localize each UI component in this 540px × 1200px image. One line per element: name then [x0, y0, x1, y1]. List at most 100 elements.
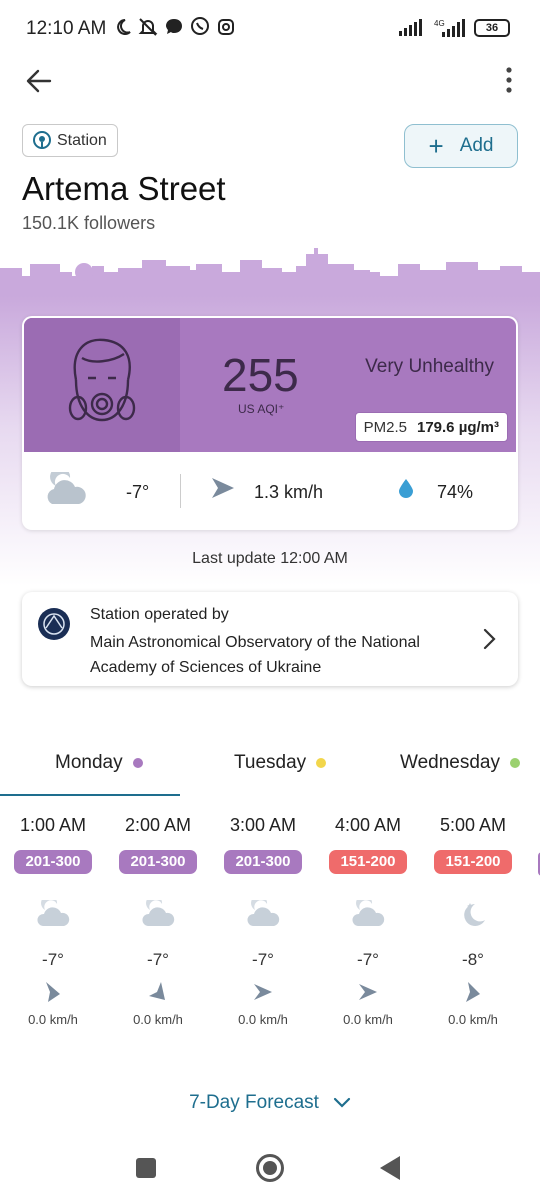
wind-direction-icon [254, 984, 272, 1000]
cloudy-night-icon [37, 900, 70, 926]
hour-time: 2:00 AM [124, 815, 192, 835]
hour-time: 1:00 AM [19, 815, 87, 835]
hour-item[interactable]: 4:00 AM 151-200 -7° 0.0 km/h [318, 810, 418, 1027]
aqi-range-badge: 201-300 [119, 850, 197, 874]
hour-temp: -7° [252, 950, 274, 969]
last-update-text: Last update 12:00 AM [192, 550, 348, 567]
hour-wind-icon [213, 980, 313, 1006]
system-navigation-bar [0, 1140, 540, 1200]
pollutant-name: PM2.5 [363, 418, 407, 436]
hour-wind: 0.0 km/h [28, 1012, 78, 1027]
recents-button[interactable] [136, 1158, 156, 1178]
hour-wind: 0.0 km/h [343, 1012, 393, 1027]
hour-item[interactable]: 1:00 AM 201-300 -7° 0.0 km/h [3, 810, 103, 1027]
add-button-label: Add [459, 135, 494, 156]
hour-weather [3, 894, 103, 934]
hourly-forecast: 1:00 AM 201-300 -7° 0.0 km/h 2:00 AM 201… [0, 810, 540, 1060]
notification-icons [112, 16, 236, 38]
tab-monday[interactable]: Monday [55, 752, 143, 774]
hour-time: 5:00 AM [439, 815, 507, 835]
aqi-range-badge: 151-200 [434, 850, 512, 874]
weather-row: -7° 1.3 km/h 74% [22, 452, 518, 530]
tab-tuesday[interactable]: Tuesday [234, 752, 327, 774]
divider [180, 474, 181, 508]
signal-icon [399, 19, 422, 36]
system-indicators: 4G 36 [398, 18, 510, 38]
operator-label: Station operated by [90, 606, 229, 623]
more-vertical-icon[interactable] [502, 64, 516, 98]
wind-direction-icon [212, 478, 234, 498]
station-type-chip: Station [22, 124, 118, 157]
station-chip-label: Station [57, 131, 107, 149]
wind-direction-icon [359, 984, 377, 1000]
active-tab-indicator [0, 794, 180, 796]
hour-item[interactable]: 5:00 AM 151-200 -8° 0.0 km/h [423, 810, 523, 1027]
moon-icon [464, 903, 485, 926]
status-bar: 12:10 AM 4G 36 [0, 0, 540, 60]
hour-temp: -7° [147, 950, 169, 969]
bell-off-icon [138, 18, 158, 36]
aqi-card[interactable]: 255 US AQI⁺ Very Unhealthy PM2.5 179.6 µ… [22, 316, 518, 530]
hour-time: 4:00 AM [334, 815, 402, 835]
aqi-level: Very Unhealthy [365, 356, 494, 377]
tab-wednesday[interactable]: Wednesday [400, 752, 520, 774]
plus-icon: + [428, 131, 444, 161]
system-back-button[interactable] [380, 1156, 400, 1180]
hour-weather [423, 894, 523, 934]
hour-temp: -7° [42, 950, 64, 969]
wind-speed-value: 1.3 km/h [254, 482, 324, 502]
messenger-icon [166, 19, 182, 34]
hour-weather [213, 894, 313, 934]
temperature-value: -7° [126, 482, 150, 502]
chevron-down-icon [333, 1097, 351, 1108]
aqi-range-badge: 201-300 [14, 850, 92, 874]
face-mask-icon [68, 338, 136, 422]
wind-direction-icon [149, 982, 165, 1000]
hour-time: 3:00 AM [229, 815, 297, 835]
observatory-logo-icon [38, 608, 70, 640]
wind-direction-icon [46, 982, 60, 1002]
station-title: Artema Street [22, 170, 226, 207]
back-arrow-icon[interactable] [22, 64, 56, 98]
aqi-value: 255 [222, 349, 299, 401]
aqi-unit: US AQI⁺ [238, 402, 285, 416]
humidity-drop-icon [399, 479, 413, 498]
operator-name: Main Astronomical Observatory of the Nat… [90, 634, 420, 676]
status-time: 12:10 AM [26, 18, 107, 39]
station-pin-icon [33, 130, 51, 149]
aqi-range-badge: 201-300 [224, 850, 302, 874]
tab-label: Wednesday [400, 752, 500, 773]
moon-icon [117, 19, 131, 35]
viber-icon [191, 17, 209, 35]
face-mask-panel [24, 318, 180, 452]
tab-label: Tuesday [234, 752, 307, 773]
cloudy-night-icon [247, 900, 280, 926]
hour-wind-icon [423, 980, 523, 1006]
chevron-right-icon [483, 628, 496, 650]
aqi-range-badge: 151-200 [329, 850, 407, 874]
station-operator-card[interactable]: Station operated by Main Astronomical Ob… [22, 592, 518, 686]
aqi-summary-panel: 255 US AQI⁺ Very Unhealthy PM2.5 179.6 µ… [24, 318, 516, 452]
hour-wind-icon [318, 980, 418, 1006]
hour-item[interactable]: 3:00 AM 201-300 -7° 0.0 km/h [213, 810, 313, 1027]
home-button[interactable] [256, 1154, 284, 1182]
hour-weather [318, 894, 418, 934]
aqi-dot [510, 758, 520, 768]
tab-label: Monday [55, 752, 123, 773]
wind-direction-icon [466, 982, 480, 1002]
cloudy-night-icon [352, 900, 385, 926]
seven-day-forecast-button[interactable]: 7-Day Forecast [0, 1092, 540, 1114]
hour-wind-icon [3, 980, 103, 1006]
day-tabs: Monday Tuesday Wednesday [0, 740, 540, 798]
hour-item[interactable]: 2:00 AM 201-300 -7° 0.0 km/h [108, 810, 208, 1027]
humidity-value: 74% [437, 482, 474, 502]
signal-4g-icon: 4G [434, 19, 465, 37]
main-pollutant-box: PM2.5 179.6 µg/m³ [354, 412, 508, 442]
pollutant-concentration: 179.6 µg/m³ [416, 418, 499, 436]
forecast-button-label: 7-Day Forecast [189, 1092, 319, 1113]
hour-weather [108, 894, 208, 934]
hour-temp: -7° [357, 950, 379, 969]
add-station-button[interactable]: + Add [404, 124, 518, 168]
cloudy-night-icon [142, 900, 175, 926]
hour-wind-icon [108, 980, 208, 1006]
